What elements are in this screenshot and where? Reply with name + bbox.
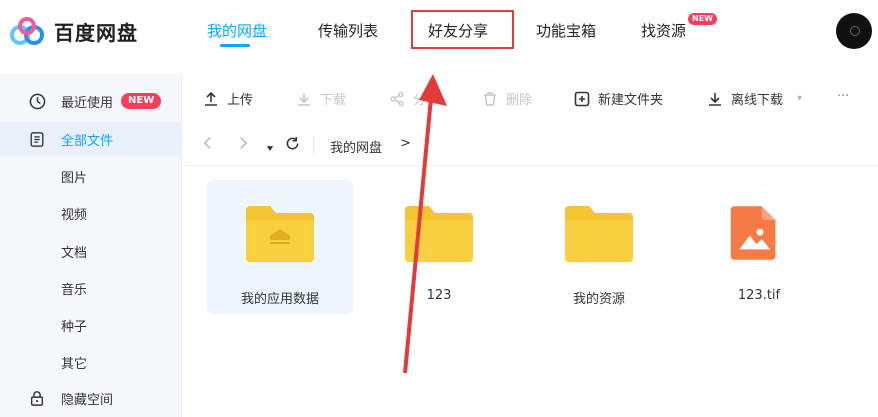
lock-icon bbox=[28, 389, 46, 407]
sidebar-item-documents[interactable]: 文档 bbox=[0, 234, 182, 268]
sidebar-item-label: 其它 bbox=[61, 356, 88, 372]
sidebar-item-all-files[interactable]: 全部文件 bbox=[0, 122, 182, 156]
file-name: 我的资源 bbox=[572, 292, 625, 307]
sidebar-item-label: 图片 bbox=[61, 170, 88, 186]
nav-tab-my-disk[interactable]: 我的网盘 bbox=[207, 20, 267, 41]
sidebar-item-label: 种子 bbox=[61, 319, 88, 335]
friend-share-highlight-box bbox=[411, 10, 514, 49]
sidebar-item-videos[interactable]: 视频 bbox=[0, 196, 182, 230]
back-arrow-icon[interactable] bbox=[203, 136, 212, 154]
breadcrumb-my-disk[interactable]: 我的网盘 bbox=[330, 137, 382, 156]
new-folder-button[interactable]: 新建文件夹 bbox=[574, 89, 663, 108]
upload-label: 上传 bbox=[227, 93, 254, 108]
file-name: 123.tif bbox=[737, 288, 781, 303]
share-label: 分享 bbox=[413, 93, 440, 108]
sidebar-item-label: 音乐 bbox=[61, 282, 88, 298]
nav-tab-transfer-list[interactable]: 传输列表 bbox=[318, 20, 378, 41]
nav-tab-toolbox[interactable]: 功能宝箱 bbox=[536, 20, 596, 41]
refresh-icon[interactable] bbox=[285, 136, 300, 155]
offline-download-icon bbox=[709, 92, 721, 106]
new-badge: NEW bbox=[688, 13, 717, 25]
sidebar-item-label: 全部文件 bbox=[61, 133, 114, 149]
active-tab-indicator bbox=[220, 44, 250, 47]
new-folder-label: 新建文件夹 bbox=[598, 93, 664, 108]
app-folder-icon bbox=[246, 206, 314, 262]
document-icon bbox=[28, 130, 46, 148]
cloud-logo-icon bbox=[10, 17, 44, 45]
share-icon bbox=[390, 91, 404, 106]
file-item[interactable]: 我的资源 bbox=[526, 180, 672, 314]
new-badge: NEW bbox=[121, 93, 162, 109]
sidebar-item-music[interactable]: 音乐 bbox=[0, 271, 182, 305]
clock-icon bbox=[28, 92, 46, 110]
folder-icon bbox=[565, 206, 633, 262]
offline-download-label: 离线下载 bbox=[731, 93, 784, 108]
share-button[interactable]: 分享 bbox=[389, 89, 439, 108]
file-toolbar: 上传 下载 分享 删除 新建文件夹 离线下载 ▾ ··· bbox=[183, 74, 878, 124]
sidebar-item-label: 最近使用 bbox=[61, 95, 114, 111]
trash-icon bbox=[484, 91, 496, 106]
sidebar-item-hidden-space[interactable]: 隐藏空间 bbox=[0, 381, 182, 415]
breadcrumb-separator: > bbox=[400, 136, 411, 151]
user-avatar[interactable] bbox=[836, 13, 872, 49]
sidebar-item-torrents[interactable]: 种子 bbox=[0, 308, 182, 342]
folder-icon bbox=[405, 206, 473, 262]
sidebar-item-images[interactable]: 图片 bbox=[0, 159, 182, 193]
more-button[interactable]: ··· bbox=[837, 89, 849, 104]
download-button[interactable]: 下载 bbox=[296, 89, 346, 108]
sidebar-item-label: 隐藏空间 bbox=[61, 392, 114, 408]
new-folder-icon bbox=[574, 91, 590, 106]
upload-button[interactable]: 上传 bbox=[203, 89, 253, 108]
breadcrumb: 我的网盘 > bbox=[183, 124, 878, 166]
breadcrumb-divider bbox=[313, 136, 314, 154]
delete-button[interactable]: 删除 bbox=[482, 89, 532, 108]
sidebar-item-label: 视频 bbox=[61, 207, 88, 223]
chevron-down-icon: ▾ bbox=[797, 93, 803, 104]
offline-download-button[interactable]: 离线下载 ▾ bbox=[707, 89, 802, 108]
sidebar-item-recent[interactable]: 最近使用 NEW bbox=[0, 84, 182, 118]
sidebar: 最近使用 NEW 全部文件 图片 视频 文档 音乐 种子 其它 隐藏空间 bbox=[0, 74, 182, 417]
image-file-icon bbox=[730, 206, 776, 260]
history-dropdown-icon[interactable] bbox=[266, 138, 274, 156]
forward-arrow-icon[interactable] bbox=[239, 136, 248, 154]
file-item[interactable]: 123.tif bbox=[686, 180, 832, 314]
nav-tab-find-resources[interactable]: 找资源 bbox=[641, 20, 686, 41]
app-logo[interactable]: 百度网盘 bbox=[8, 14, 138, 48]
download-label: 下载 bbox=[320, 93, 347, 108]
sidebar-item-label: 文档 bbox=[61, 245, 88, 261]
file-item[interactable]: 我的应用数据 bbox=[207, 180, 353, 314]
top-bar: 百度网盘 我的网盘 传输列表 好友分享 功能宝箱 找资源 NEW bbox=[0, 0, 878, 70]
file-item[interactable]: 123 bbox=[366, 180, 512, 314]
app-name: 百度网盘 bbox=[54, 20, 138, 45]
sidebar-item-other[interactable]: 其它 bbox=[0, 345, 182, 379]
delete-label: 删除 bbox=[506, 93, 533, 108]
file-name: 123 bbox=[426, 288, 452, 303]
download-icon bbox=[298, 92, 310, 106]
file-name: 我的应用数据 bbox=[240, 292, 319, 307]
upload-icon bbox=[205, 91, 217, 106]
